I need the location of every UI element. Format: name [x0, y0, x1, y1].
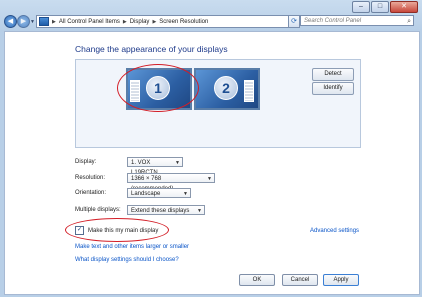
- main-display-option: ✓ Make this my main display: [75, 226, 158, 235]
- chevron-down-icon: ▼: [183, 190, 188, 197]
- minimize-button[interactable]: –: [352, 1, 370, 13]
- multiple-displays-row: Multiple displays: Extend these displays…: [75, 204, 205, 215]
- identify-button[interactable]: Identify: [312, 82, 354, 95]
- search-icon[interactable]: ⌕: [407, 16, 411, 27]
- page-title: Change the appearance of your displays: [75, 44, 228, 54]
- breadcrumb-item-display[interactable]: Display: [130, 19, 150, 25]
- orientation-label: Orientation:: [75, 189, 107, 196]
- chevron-down-icon: ▼: [197, 207, 202, 214]
- multiple-displays-select[interactable]: Extend these displays ▼: [127, 204, 205, 215]
- address-bar: ◀ ▶ ▼ ▶ All Control Panel Items ▶ Displa…: [0, 13, 422, 29]
- apply-button[interactable]: Apply: [323, 274, 359, 286]
- breadcrumb-item-screen-resolution[interactable]: Screen Resolution: [159, 19, 208, 25]
- maximize-button[interactable]: □: [371, 1, 389, 13]
- chevron-down-icon: ▼: [207, 175, 212, 182]
- advanced-settings-link[interactable]: Advanced settings: [310, 228, 359, 234]
- title-bar: – □ ✕: [0, 0, 422, 13]
- detect-button[interactable]: Detect: [312, 68, 354, 81]
- screen-resolution-panel: Change the appearance of your displays 1…: [4, 31, 420, 295]
- control-panel-window: – □ ✕ ◀ ▶ ▼ ▶ All Control Panel Items ▶ …: [0, 0, 422, 297]
- resolution-label: Resolution:: [75, 174, 106, 181]
- breadcrumb-separator: ▶: [152, 18, 157, 25]
- ok-button[interactable]: OK: [239, 274, 275, 286]
- text-size-link[interactable]: Make text and other items larger or smal…: [75, 244, 189, 250]
- back-button[interactable]: ◀: [4, 15, 17, 28]
- monitor-number-2: 2: [214, 76, 238, 100]
- resolution-select[interactable]: 1366 × 768 (recommended) ▼: [127, 172, 215, 192]
- forward-button[interactable]: ▶: [17, 15, 30, 28]
- display-label: Display:: [75, 158, 97, 165]
- search-input[interactable]: Search Control Panel ⌕: [300, 15, 414, 26]
- display-select[interactable]: 1. VOX L19RCTN ▼: [127, 156, 183, 176]
- breadcrumb-item-all-control-panel-items[interactable]: All Control Panel Items: [59, 19, 120, 25]
- highlight-oval-monitor-1: [117, 64, 199, 112]
- main-display-label[interactable]: Make this my main display: [88, 228, 158, 234]
- refresh-icon[interactable]: ⟳: [288, 15, 300, 28]
- orientation-row: Orientation: Landscape ▼: [75, 187, 191, 198]
- display-settings-help-link[interactable]: What display settings should I choose?: [75, 257, 179, 263]
- monitor-2-tile[interactable]: 2: [194, 68, 260, 110]
- display-row: Display: 1. VOX L19RCTN ▼: [75, 156, 183, 176]
- orientation-select[interactable]: Landscape ▼: [127, 187, 191, 198]
- breadcrumb-separator: ▶: [52, 18, 56, 25]
- close-button[interactable]: ✕: [390, 1, 418, 13]
- orientation-select-value: Landscape: [131, 190, 161, 197]
- breadcrumb-separator: ▶: [122, 18, 127, 25]
- chevron-down-icon: ▼: [175, 159, 180, 166]
- resolution-row: Resolution: 1366 × 768 (recommended) ▼: [75, 172, 215, 192]
- taskbar-glyph-icon: [244, 80, 254, 102]
- recent-pages-dropdown[interactable]: ▼: [30, 19, 35, 25]
- breadcrumb[interactable]: ▶ All Control Panel Items ▶ Display ▶ Sc…: [36, 15, 290, 28]
- multiple-displays-select-value: Extend these displays: [131, 207, 190, 214]
- search-placeholder: Search Control Panel: [304, 18, 362, 24]
- monitor-arrangement-area: 1 2 Detect Identify: [75, 59, 361, 148]
- cancel-button[interactable]: Cancel: [282, 274, 318, 286]
- control-panel-icon: [39, 17, 49, 26]
- main-display-checkbox[interactable]: ✓: [75, 226, 84, 235]
- window-controls: – □ ✕: [352, 1, 418, 13]
- multiple-displays-label: Multiple displays:: [75, 206, 121, 213]
